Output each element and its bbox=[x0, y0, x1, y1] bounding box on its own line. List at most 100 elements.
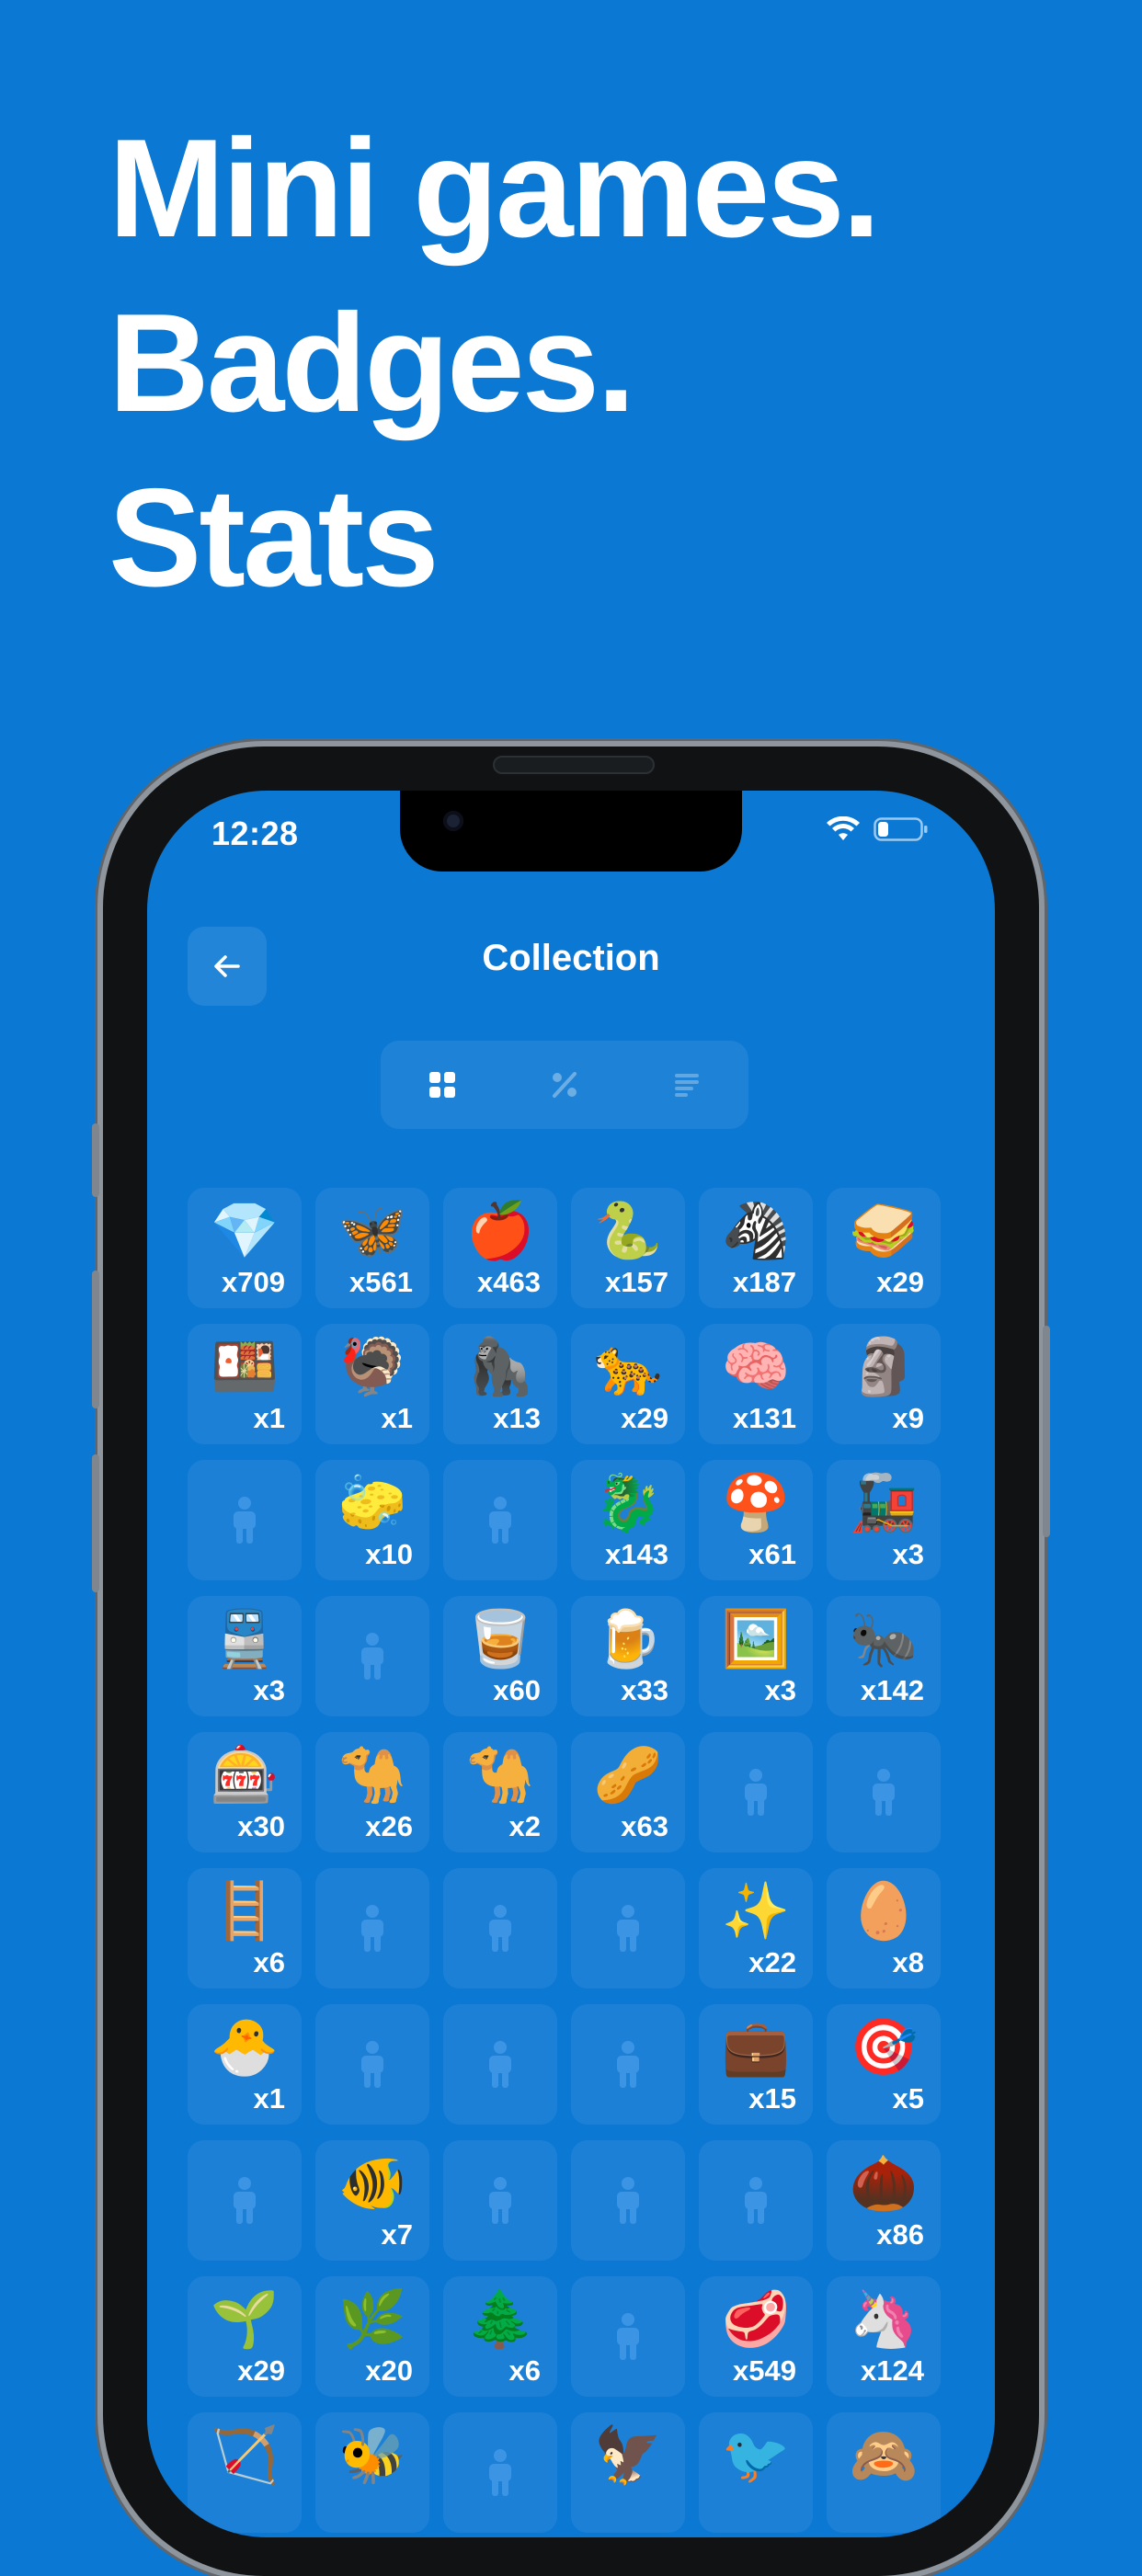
collectible-count: x30 bbox=[237, 1810, 285, 1842]
collection-item[interactable]: 🌿 x20 bbox=[315, 2276, 429, 2397]
collectible-count: x5 bbox=[892, 2082, 924, 2114]
locked-collection-item[interactable] bbox=[699, 1732, 813, 1852]
collection-item[interactable]: 🌰 x86 bbox=[827, 2140, 941, 2261]
locked-collection-item[interactable] bbox=[699, 2140, 813, 2261]
collection-item[interactable]: 🌲 x6 bbox=[443, 2276, 557, 2397]
headline-line-1: Mini games. bbox=[108, 110, 881, 267]
collectible-count: x63 bbox=[621, 1810, 668, 1842]
collectible-emoji: 🌲 bbox=[465, 2288, 535, 2350]
collection-item[interactable]: 🍱 x1 bbox=[188, 1324, 302, 1444]
collectible-emoji: 🧽 bbox=[337, 1472, 407, 1533]
person-silhouette-icon bbox=[443, 2412, 557, 2533]
collection-item[interactable]: 🐜 x142 bbox=[827, 1596, 941, 1716]
collectible-emoji: 🦍 bbox=[465, 1336, 535, 1397]
locked-collection-item[interactable] bbox=[571, 2004, 685, 2125]
collectible-emoji: 💼 bbox=[721, 2016, 791, 2078]
collectible-count: x549 bbox=[733, 2354, 796, 2387]
collection-item[interactable]: 🐍 x157 bbox=[571, 1188, 685, 1308]
collectible-count: x157 bbox=[605, 1266, 668, 1298]
collectible-emoji: 🦅 bbox=[593, 2424, 663, 2486]
collection-item[interactable]: ✨ x22 bbox=[699, 1868, 813, 1989]
collectible-count: x86 bbox=[876, 2218, 924, 2251]
collection-item[interactable]: 🦋 x561 bbox=[315, 1188, 429, 1308]
collection-item[interactable]: 🐝 bbox=[315, 2412, 429, 2533]
collection-item[interactable]: 🦄 x124 bbox=[827, 2276, 941, 2397]
notch bbox=[400, 791, 742, 872]
locked-collection-item[interactable] bbox=[315, 1596, 429, 1716]
collectible-emoji: 🐉 bbox=[593, 1472, 663, 1533]
collectible-emoji: 🥩 bbox=[721, 2288, 791, 2350]
tab-grid[interactable] bbox=[381, 1041, 503, 1129]
collectible-emoji: 🍺 bbox=[593, 1608, 663, 1670]
locked-collection-item[interactable] bbox=[443, 1460, 557, 1580]
collectible-count: x463 bbox=[477, 1266, 541, 1298]
collectible-emoji: 🦓 bbox=[721, 1200, 791, 1261]
phone-frame: 12:28 Collection 💎 x709 🦋 x561 🍎 x463 🐍 … bbox=[92, 747, 1050, 2576]
collectible-emoji: 🦋 bbox=[337, 1200, 407, 1261]
collection-grid: 💎 x709 🦋 x561 🍎 x463 🐍 x157 🦓 x187 🥪 x29 🍱 x1 🦃 x1 🦍 x13 🐆… bbox=[188, 1188, 941, 2533]
collectible-emoji: 🚂 bbox=[849, 1472, 919, 1533]
collection-item[interactable]: 🥜 x63 bbox=[571, 1732, 685, 1852]
collection-item[interactable]: 🏹 bbox=[188, 2412, 302, 2533]
locked-collection-item[interactable] bbox=[443, 2412, 557, 2533]
locked-collection-item[interactable] bbox=[315, 2004, 429, 2125]
collection-item[interactable]: 🚂 x3 bbox=[827, 1460, 941, 1580]
locked-collection-item[interactable] bbox=[188, 1460, 302, 1580]
tab-percent[interactable] bbox=[503, 1041, 625, 1129]
collection-item[interactable]: 🐣 x1 bbox=[188, 2004, 302, 2125]
collection-item[interactable]: 🐠 x7 bbox=[315, 2140, 429, 2261]
percent-icon bbox=[552, 1072, 577, 1098]
collection-item[interactable]: 🐦 bbox=[699, 2412, 813, 2533]
collection-item[interactable]: 🦅 bbox=[571, 2412, 685, 2533]
collectible-emoji: 🐝 bbox=[337, 2424, 407, 2486]
collection-item[interactable]: 🥃 x60 bbox=[443, 1596, 557, 1716]
collectible-count: x29 bbox=[876, 1266, 924, 1298]
collection-item[interactable]: 🐉 x143 bbox=[571, 1460, 685, 1580]
person-silhouette-icon bbox=[699, 1732, 813, 1852]
collection-item[interactable]: 🦓 x187 bbox=[699, 1188, 813, 1308]
collection-item[interactable]: 🪜 x6 bbox=[188, 1868, 302, 1989]
collection-item[interactable]: 🥪 x29 bbox=[827, 1188, 941, 1308]
collection-item[interactable]: 🦍 x13 bbox=[443, 1324, 557, 1444]
collection-item[interactable]: 🍺 x33 bbox=[571, 1596, 685, 1716]
collectible-emoji: 🌰 bbox=[849, 2152, 919, 2214]
collection-item[interactable]: 💼 x15 bbox=[699, 2004, 813, 2125]
collection-item[interactable]: 🎰 x30 bbox=[188, 1732, 302, 1852]
person-silhouette-icon bbox=[315, 2004, 429, 2125]
collection-item[interactable]: 🧠 x131 bbox=[699, 1324, 813, 1444]
collectible-count: x142 bbox=[861, 1674, 924, 1706]
tab-list[interactable] bbox=[625, 1041, 748, 1129]
collection-item[interactable]: 🐪 x26 bbox=[315, 1732, 429, 1852]
locked-collection-item[interactable] bbox=[443, 1868, 557, 1989]
collection-item[interactable]: 🍄 x61 bbox=[699, 1460, 813, 1580]
collection-item[interactable]: 🐆 x29 bbox=[571, 1324, 685, 1444]
locked-collection-item[interactable] bbox=[443, 2140, 557, 2261]
collection-item[interactable]: 🧽 x10 bbox=[315, 1460, 429, 1580]
collection-item[interactable]: 🚆 x3 bbox=[188, 1596, 302, 1716]
collection-item[interactable]: 🖼️ x3 bbox=[699, 1596, 813, 1716]
locked-collection-item[interactable] bbox=[188, 2140, 302, 2261]
collection-item[interactable]: 🐪 x2 bbox=[443, 1732, 557, 1852]
collection-item[interactable]: 🌱 x29 bbox=[188, 2276, 302, 2397]
locked-collection-item[interactable] bbox=[443, 2004, 557, 2125]
collection-item[interactable]: 🎯 x5 bbox=[827, 2004, 941, 2125]
collection-item[interactable]: 🗿 x9 bbox=[827, 1324, 941, 1444]
locked-collection-item[interactable] bbox=[571, 2140, 685, 2261]
collection-item[interactable]: 💎 x709 bbox=[188, 1188, 302, 1308]
collection-item[interactable]: 🙈 bbox=[827, 2412, 941, 2533]
locked-collection-item[interactable] bbox=[827, 1732, 941, 1852]
locked-collection-item[interactable] bbox=[571, 2276, 685, 2397]
locked-collection-item[interactable] bbox=[571, 1868, 685, 1989]
collection-item[interactable]: 🍎 x463 bbox=[443, 1188, 557, 1308]
person-silhouette-icon bbox=[699, 2140, 813, 2261]
collectible-count: x8 bbox=[892, 1946, 924, 1978]
view-switcher bbox=[381, 1041, 748, 1129]
collectible-count: x10 bbox=[365, 1538, 413, 1570]
battery-icon bbox=[874, 817, 928, 841]
collection-item[interactable]: 🦃 x1 bbox=[315, 1324, 429, 1444]
locked-collection-item[interactable] bbox=[315, 1868, 429, 1989]
person-silhouette-icon bbox=[443, 1460, 557, 1580]
collection-item[interactable]: 🥩 x549 bbox=[699, 2276, 813, 2397]
collectible-count: x6 bbox=[253, 1946, 285, 1978]
collection-item[interactable]: 🥚 x8 bbox=[827, 1868, 941, 1989]
